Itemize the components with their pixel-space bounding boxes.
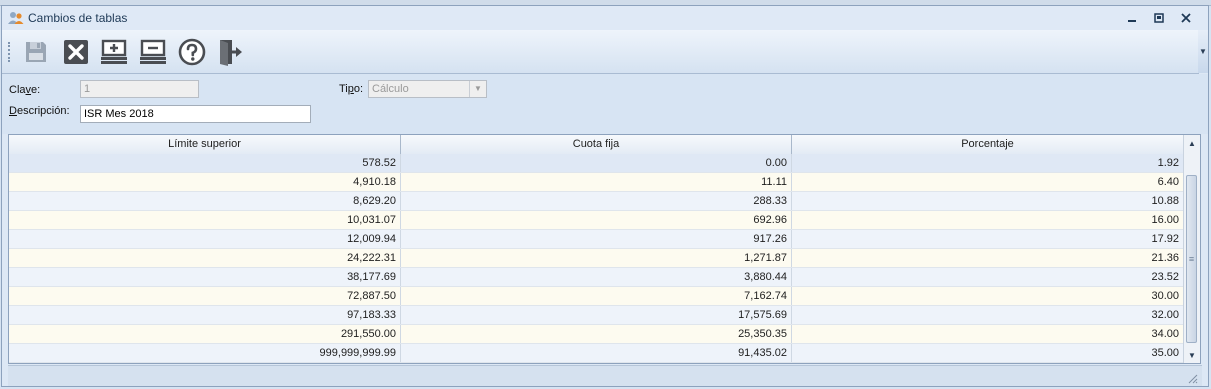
- table-cell[interactable]: 97,183.33: [9, 306, 401, 324]
- table-cell[interactable]: 1.92: [792, 154, 1184, 172]
- question-circle-icon: [178, 38, 206, 66]
- resize-grip-icon[interactable]: [1186, 372, 1198, 384]
- table-cell[interactable]: 30.00: [792, 287, 1184, 305]
- table-cell[interactable]: 7,162.74: [401, 287, 792, 305]
- table-cell[interactable]: 1,271.87: [401, 249, 792, 267]
- table-row[interactable]: 97,183.33 17,575.69 32.00: [9, 306, 1184, 325]
- tipo-value: Cálculo: [372, 83, 409, 95]
- table-cell[interactable]: 35.00: [792, 344, 1184, 362]
- table-row[interactable]: 24,222.31 1,271.87 21.36: [9, 249, 1184, 268]
- clave-input[interactable]: [80, 80, 199, 98]
- table-cell[interactable]: 17,575.69: [401, 306, 792, 324]
- exit-button[interactable]: [214, 36, 246, 68]
- table-row[interactable]: 4,910.18 11.11 6.40: [9, 173, 1184, 192]
- table-cell[interactable]: 917.26: [401, 230, 792, 248]
- status-bar: [8, 365, 1202, 386]
- remove-row-button[interactable]: [137, 36, 169, 68]
- tipo-select[interactable]: Cálculo ▼: [368, 80, 487, 98]
- header-form: Clave: Tipo: Cálculo ▼ Descripción:: [2, 74, 1208, 134]
- rates-table: Límite superior Cuota fija Porcentaje 57…: [8, 134, 1201, 364]
- add-row-icon: [101, 39, 127, 64]
- column-header-limite-superior[interactable]: Límite superior: [9, 135, 401, 154]
- clave-label: Clave:: [9, 84, 41, 96]
- toolbar-grip[interactable]: [8, 42, 12, 62]
- scroll-down-button[interactable]: ▼: [1184, 347, 1200, 363]
- table-cell[interactable]: 288.33: [401, 192, 792, 210]
- table-cell[interactable]: 16.00: [792, 211, 1184, 229]
- add-row-button[interactable]: [98, 36, 130, 68]
- tipo-label: Tipo:: [339, 83, 364, 95]
- title-bar[interactable]: Cambios de tablas: [2, 6, 1208, 30]
- minimize-icon: [1128, 20, 1136, 22]
- table-row[interactable]: 72,887.50 7,162.74 30.00: [9, 287, 1184, 306]
- table-cell[interactable]: 999,999,999.99: [9, 344, 401, 362]
- table-cell[interactable]: 4,910.18: [9, 173, 401, 191]
- table-cell[interactable]: 21.36: [792, 249, 1184, 267]
- window-title: Cambios de tablas: [28, 11, 128, 25]
- descripcion-input[interactable]: [80, 105, 311, 123]
- column-header-porcentaje[interactable]: Porcentaje: [792, 135, 1184, 154]
- cancel-button[interactable]: [60, 36, 92, 68]
- table-row[interactable]: 12,009.94 917.26 17.92: [9, 230, 1184, 249]
- table-cell[interactable]: 8,629.20: [9, 192, 401, 210]
- maximize-button[interactable]: [1151, 11, 1167, 25]
- table-cell[interactable]: 72,887.50: [9, 287, 401, 305]
- minimize-button[interactable]: [1124, 11, 1140, 25]
- table-cell[interactable]: 0.00: [401, 154, 792, 172]
- descripcion-label: Descripción:: [9, 105, 70, 117]
- table-body: 578.52 0.00 1.92 4,910.18 11.11 6.40 8,629.20 2…: [9, 154, 1184, 363]
- vertical-scrollbar[interactable]: ▲ ≡ ▼: [1183, 135, 1200, 363]
- table-cell[interactable]: 91,435.02: [401, 344, 792, 362]
- chevron-down-icon: ▼: [1188, 350, 1196, 360]
- chevron-down-icon: ▼: [1199, 47, 1207, 56]
- table-cell[interactable]: 12,009.94: [9, 230, 401, 248]
- column-header-cuota-fija[interactable]: Cuota fija: [401, 135, 792, 154]
- help-button[interactable]: [176, 36, 208, 68]
- table-cell[interactable]: 38,177.69: [9, 268, 401, 286]
- table-cell[interactable]: 578.52: [9, 154, 401, 172]
- table-cell[interactable]: 692.96: [401, 211, 792, 229]
- close-icon: [1181, 13, 1191, 23]
- toolbar: [2, 30, 1199, 74]
- table-row[interactable]: 291,550.00 25,350.35 34.00: [9, 325, 1184, 344]
- table-cell[interactable]: 17.92: [792, 230, 1184, 248]
- table-cell[interactable]: 25,350.35: [401, 325, 792, 343]
- exit-door-icon: [220, 40, 242, 66]
- table-row[interactable]: 10,031.07 692.96 16.00: [9, 211, 1184, 230]
- table-cell[interactable]: 24,222.31: [9, 249, 401, 267]
- table-cell[interactable]: 6.40: [792, 173, 1184, 191]
- table-row[interactable]: 578.52 0.00 1.92: [9, 154, 1184, 173]
- scroll-thumb[interactable]: ≡: [1186, 175, 1197, 343]
- table-header: Límite superior Cuota fija Porcentaje: [9, 135, 1184, 155]
- table-cell[interactable]: 11.11: [401, 173, 792, 191]
- save-button[interactable]: [20, 36, 52, 68]
- grip-icon: ≡: [1188, 254, 1195, 264]
- table-cell[interactable]: 10,031.07: [9, 211, 401, 229]
- scroll-up-button[interactable]: ▲: [1184, 135, 1200, 151]
- chevron-up-icon: ▲: [1188, 138, 1196, 148]
- table-cell[interactable]: 23.52: [792, 268, 1184, 286]
- table-cell[interactable]: 34.00: [792, 325, 1184, 343]
- table-row[interactable]: 999,999,999.99 91,435.02 35.00: [9, 344, 1184, 363]
- table-cell[interactable]: 10.88: [792, 192, 1184, 210]
- remove-row-icon: [140, 39, 166, 64]
- floppy-disk-icon: [26, 42, 46, 62]
- users-icon: [8, 11, 24, 25]
- chevron-down-icon[interactable]: ▼: [469, 81, 486, 97]
- table-cell[interactable]: 291,550.00: [9, 325, 401, 343]
- tables-edit-window: Cambios de tablas ▼ Clave: 1 Tipo: Cálcu…: [1, 5, 1209, 387]
- close-window-button[interactable]: [1178, 11, 1194, 25]
- table-row[interactable]: 38,177.69 3,880.44 23.52: [9, 268, 1184, 287]
- toolbar-overflow-button[interactable]: ▼: [1198, 30, 1208, 73]
- close-x-icon: [64, 40, 88, 64]
- table-cell[interactable]: 32.00: [792, 306, 1184, 324]
- table-cell[interactable]: 3,880.44: [401, 268, 792, 286]
- restore-icon: [1154, 13, 1164, 23]
- table-row[interactable]: 8,629.20 288.33 10.88: [9, 192, 1184, 211]
